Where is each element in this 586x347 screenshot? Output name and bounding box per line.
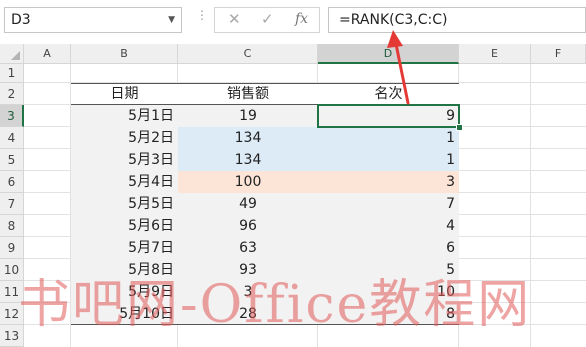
arrow-shaft bbox=[394, 42, 410, 105]
watermark: 书吧网-Office教程网 bbox=[18, 275, 532, 335]
arrow-head bbox=[387, 30, 403, 48]
